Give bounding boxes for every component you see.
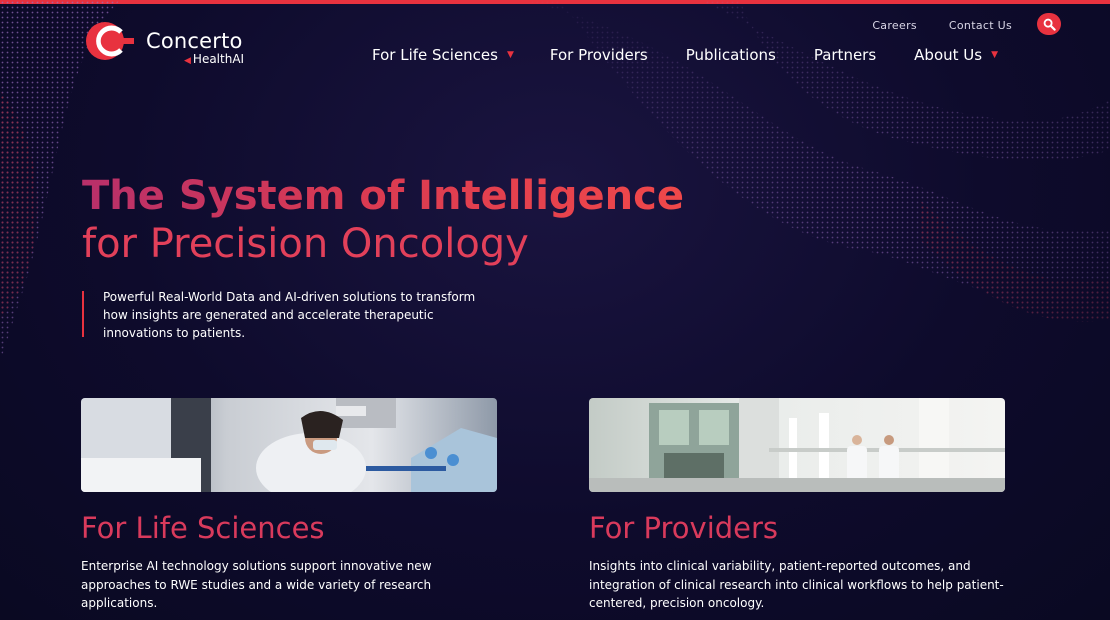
main-nav: For Life Sciences ▼ For Providers Public… (372, 46, 998, 64)
logo-sub-text: HealthAI (192, 52, 245, 66)
card-providers[interactable]: For Providers Insights into clinical var… (589, 398, 1005, 613)
hero-title: The System of Intelligence (82, 173, 684, 219)
card-life-sciences[interactable]: For Life Sciences Enterprise AI technolo… (81, 398, 497, 613)
nav-item-label: About Us (914, 46, 983, 64)
nav-item-providers[interactable]: For Providers (550, 46, 648, 64)
logo-subname: ◀ HealthAI (184, 53, 244, 66)
careers-link[interactable]: Careers (872, 19, 917, 32)
caret-down-icon: ▼ (506, 50, 514, 60)
search-icon (1043, 18, 1056, 31)
nav-item-publications[interactable]: Publications (686, 46, 776, 64)
nav-item-label: Partners (813, 46, 877, 64)
lab-researchers-photo (81, 398, 497, 492)
card-description: Enterprise AI technology solutions suppo… (81, 559, 432, 611)
logo-arrow-icon: ◀ (184, 56, 191, 66)
concerto-logo-icon (86, 22, 134, 60)
nav-item-label: Publications (685, 46, 776, 64)
nav-item-partners[interactable]: Partners (814, 46, 876, 64)
utility-nav: Careers Contact Us (872, 19, 1012, 32)
caret-down-icon: ▼ (991, 50, 999, 60)
top-accent-bar (0, 0, 1110, 4)
card-description: Insights into clinical variability, pati… (589, 559, 1004, 611)
hero-accent-line (82, 291, 84, 337)
card-title[interactable]: For Life Sciences (81, 511, 497, 545)
search-button[interactable] (1037, 13, 1061, 35)
hero-subtitle: for Precision Oncology (82, 221, 529, 267)
nav-item-about-us[interactable]: About Us ▼ (914, 46, 998, 64)
hospital-corridor-photo (589, 398, 1005, 492)
contact-us-link[interactable]: Contact Us (949, 19, 1012, 32)
nav-item-life-sciences[interactable]: For Life Sciences ▼ (372, 46, 514, 64)
page: Concerto ◀ HealthAI Careers Contact Us Fo… (0, 0, 1110, 620)
nav-item-label: For Life Sciences (372, 46, 498, 64)
hero-description: Powerful Real-World Data and AI-driven s… (103, 290, 476, 340)
nav-item-label: For Providers (549, 46, 648, 64)
logo-name: Concerto (146, 29, 243, 53)
brand-logo[interactable]: Concerto ◀ HealthAI (84, 20, 266, 66)
card-title[interactable]: For Providers (589, 511, 1005, 545)
logo-wordmark: Concerto ◀ HealthAI (146, 21, 266, 66)
